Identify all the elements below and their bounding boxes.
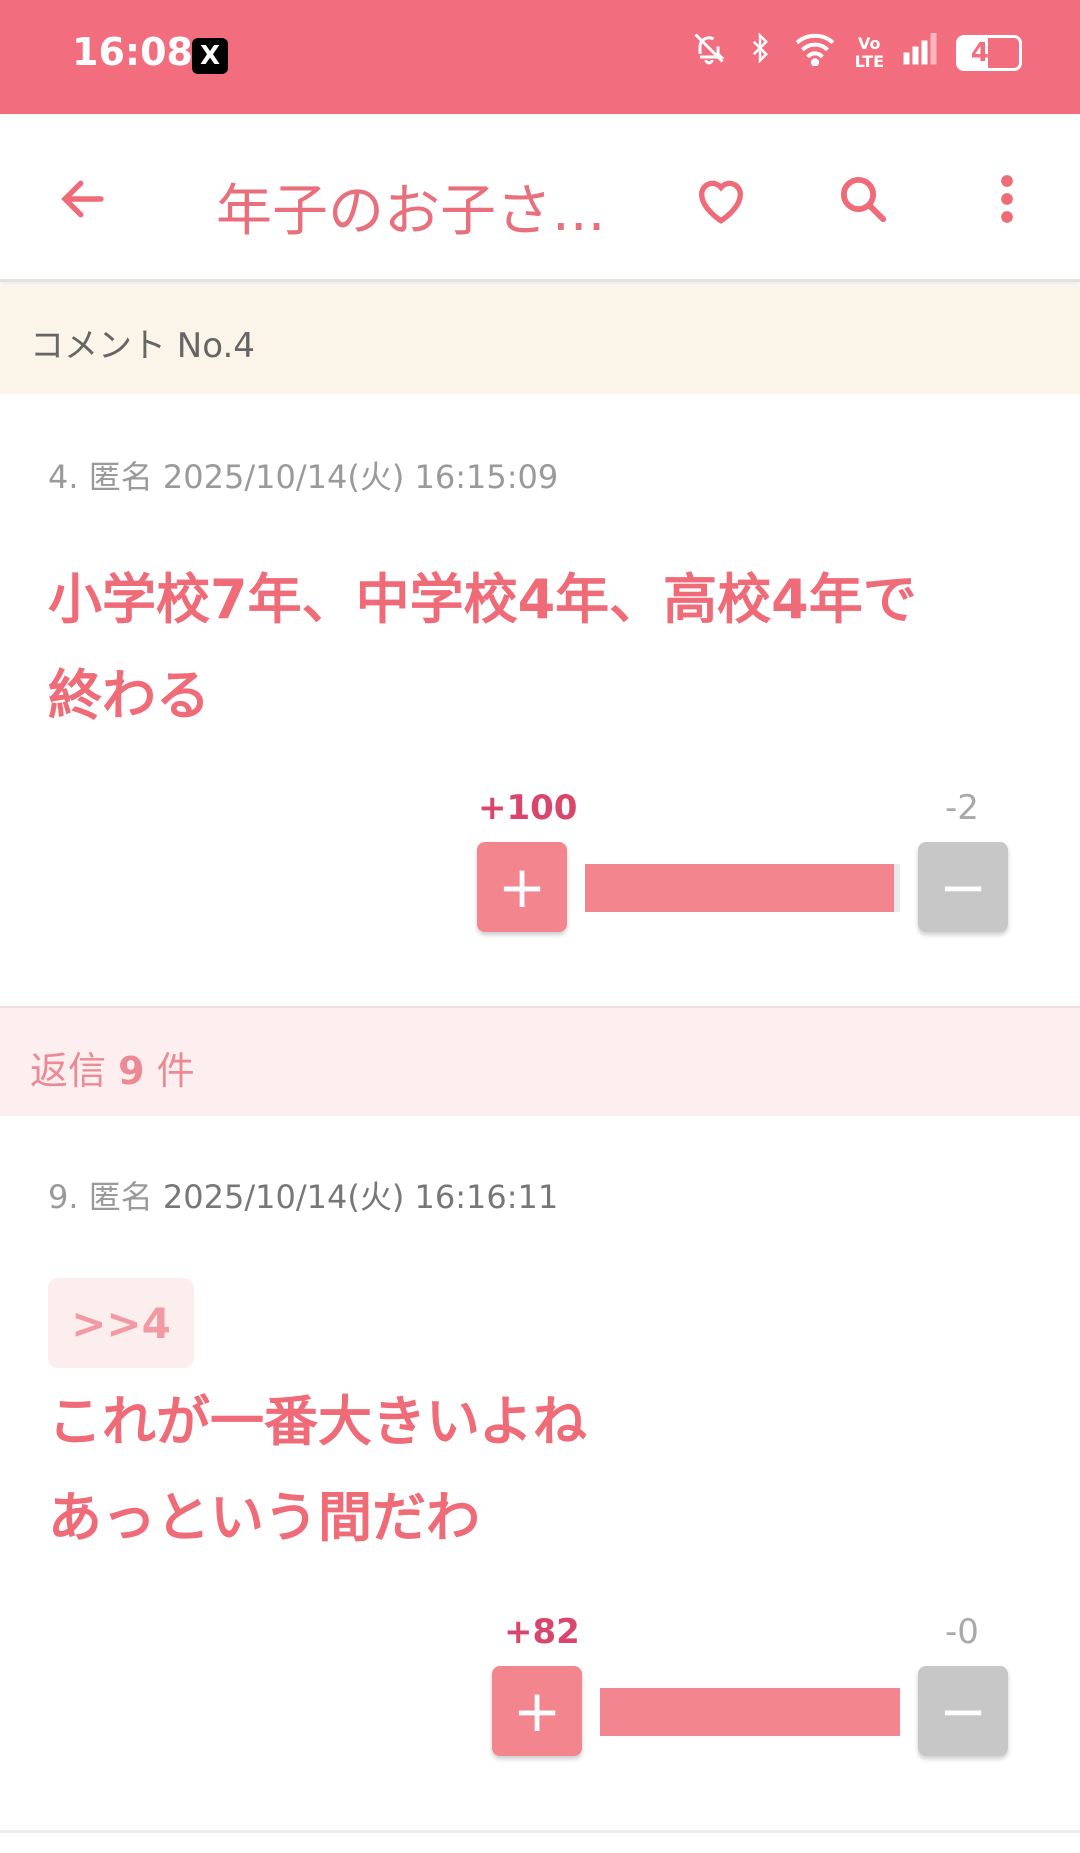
plus-count: +100 xyxy=(478,788,578,828)
battery-icon: 49 xyxy=(956,34,1022,71)
reply-plus-count: +82 xyxy=(504,1612,580,1652)
reply-vote-ratio-fill xyxy=(600,1688,900,1736)
quote-anchor-link[interactable]: >>4 xyxy=(48,1278,194,1368)
plus-vote-button[interactable]: + xyxy=(477,842,567,932)
post-author: 4. 匿名 xyxy=(48,458,153,496)
app-bar: 年子のお子さ... xyxy=(0,114,1080,282)
heart-icon[interactable] xyxy=(686,164,756,234)
status-time: 16:08 xyxy=(72,30,193,74)
divider xyxy=(0,1830,1080,1833)
wifi-icon xyxy=(793,30,837,75)
volte-indicator: Vo LTE xyxy=(854,33,884,71)
vote-ratio-fill xyxy=(585,864,894,912)
bell-muted-icon xyxy=(691,30,727,75)
reply-vote-ratio-bar xyxy=(600,1688,900,1736)
comment-header: コメント No.4 xyxy=(0,286,1080,394)
back-arrow-icon[interactable] xyxy=(48,164,118,234)
reply-body: これが一番大きいよね あっという間だわ xyxy=(48,1374,1038,1566)
reply-plus-vote-button[interactable]: + xyxy=(492,1666,582,1756)
reply-line: これが一番大きいよね xyxy=(48,1390,587,1453)
reply-author: 9. 匿名 xyxy=(48,1178,153,1216)
bluetooth-icon xyxy=(745,30,775,75)
reply-meta: 9. 匿名 2025/10/14(火) 16:16:11 xyxy=(48,1172,558,1218)
battery-level: 49 xyxy=(970,37,1008,68)
post-line: 終わる xyxy=(48,664,210,727)
search-icon[interactable] xyxy=(828,164,898,234)
plus-icon: + xyxy=(497,853,547,921)
page-title: 年子のお子さ... xyxy=(216,179,606,244)
status-icons: Vo LTE 49 xyxy=(691,30,1022,75)
post-date: 2025/10/14(火) 16:15:09 xyxy=(162,458,559,496)
minus-vote-button[interactable]: − xyxy=(918,842,1008,932)
reply-minus-vote-button[interactable]: − xyxy=(918,1666,1008,1756)
x-app-icon: X xyxy=(192,38,228,74)
minus-icon: − xyxy=(938,853,988,921)
plus-icon: + xyxy=(512,1677,562,1745)
replies-label: 返信 9 件 xyxy=(30,1040,195,1095)
comment-number-label: コメント No.4 xyxy=(30,326,255,366)
replies-count: 9 xyxy=(118,1049,145,1093)
reply-date: 2025/10/14(火) 16:16:11 xyxy=(162,1178,559,1216)
status-bar: 16:08 X Vo LTE 49 xyxy=(0,0,1080,114)
post-meta: 4. 匿名 2025/10/14(火) 16:15:09 xyxy=(48,452,558,498)
replies-suffix: 件 xyxy=(156,1049,195,1093)
more-vertical-icon[interactable] xyxy=(972,164,1042,234)
reply-minus-count: -0 xyxy=(945,1612,979,1652)
post-line: 小学校7年、中学校4年、高校4年で xyxy=(48,568,917,631)
minus-icon: − xyxy=(938,1677,988,1745)
replies-prefix: 返信 xyxy=(30,1049,107,1093)
vote-ratio-bar xyxy=(585,864,900,912)
reply-line: あっという間だわ xyxy=(48,1486,480,1549)
post-body: 小学校7年、中学校4年、高校4年で 終わる xyxy=(48,552,1038,744)
replies-header[interactable]: 返信 9 件 xyxy=(0,1006,1080,1116)
signal-icon xyxy=(902,31,938,74)
minus-count: -2 xyxy=(945,788,979,828)
